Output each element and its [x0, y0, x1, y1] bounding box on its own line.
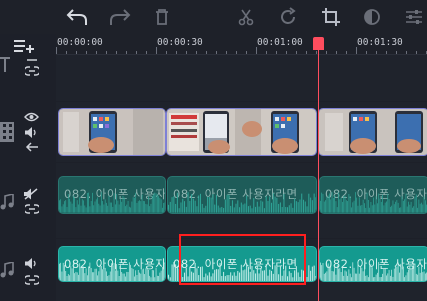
undo-icon[interactable] [64, 4, 90, 30]
adjust-icon[interactable] [401, 4, 427, 30]
volume-icon[interactable] [25, 258, 38, 269]
delete-icon[interactable] [149, 4, 175, 30]
arrow-left-icon[interactable] [25, 142, 38, 152]
ruler-tick [346, 51, 347, 54]
ruler-tick [276, 51, 277, 54]
ruler-tick [126, 51, 127, 54]
redo-icon[interactable] [107, 4, 133, 30]
audio-clip[interactable]: 082. 아이폰 사용자라면 [58, 246, 166, 282]
ruler-label: 00:00:00 [57, 37, 103, 48]
ruler-tick [96, 51, 97, 54]
ruler-tick [76, 51, 77, 54]
ruler-tick [116, 51, 117, 54]
ruler-tick [306, 51, 307, 54]
ruler-tick [66, 51, 67, 54]
music-icon [0, 262, 14, 278]
waveform [59, 261, 165, 281]
add-track-icon[interactable] [13, 37, 35, 55]
audio-clip[interactable]: 082. 아이폰 사용자라면 [319, 246, 427, 282]
ruler-tick [286, 51, 287, 54]
crop-icon[interactable] [318, 4, 344, 30]
video-clip[interactable] [166, 108, 317, 156]
waveform [320, 261, 427, 281]
audio-clip[interactable]: 082. 아이폰 사용자라면 [319, 176, 427, 214]
video-clip[interactable] [58, 108, 166, 156]
timeline-ruler[interactable]: 00:00:00 00:00:30 00:01:00 00:01:30 [56, 34, 427, 55]
ruler-label: 00:01:30 [357, 37, 403, 48]
eye-icon[interactable] [24, 112, 39, 122]
ruler-tick [356, 47, 357, 54]
ruler-tick [56, 47, 57, 54]
ruler-tick [196, 51, 197, 54]
mute-icon[interactable] [24, 188, 38, 200]
ruler-tick [336, 51, 337, 54]
ruler-tick [416, 51, 417, 54]
toolbar [0, 0, 427, 34]
lock-line-icon [25, 56, 39, 64]
ruler-tick [176, 51, 177, 54]
cut-icon[interactable] [233, 4, 259, 30]
ruler-label: 00:01:00 [257, 37, 303, 48]
music-icon [0, 194, 14, 210]
ruler-tick [366, 51, 367, 54]
ruler-tick [266, 51, 267, 54]
rotate-icon[interactable] [275, 4, 301, 30]
ruler-label: 00:00:30 [157, 37, 203, 48]
ruler-tick [156, 47, 157, 54]
highlight-box [179, 234, 306, 285]
playhead[interactable] [318, 48, 319, 301]
ruler-tick [136, 51, 137, 54]
ruler-tick [86, 51, 87, 54]
ruler-tick [236, 51, 237, 54]
audio-clip[interactable]: 082. 아이폰 사용자라면 [167, 176, 317, 214]
audio-clip[interactable]: 082. 아이폰 사용자라면 [58, 176, 166, 214]
volume-icon[interactable] [25, 127, 38, 138]
ruler-tick [296, 51, 297, 54]
waveform [168, 192, 316, 213]
color-icon[interactable] [359, 4, 385, 30]
link-icon[interactable] [25, 204, 39, 214]
ruler-tick [226, 51, 227, 54]
ruler-tick [316, 51, 317, 54]
ruler-tick [106, 51, 107, 54]
ruler-tick [146, 51, 147, 54]
ruler-tick [246, 51, 247, 54]
film-icon [0, 122, 14, 142]
ruler-tick [386, 51, 387, 54]
text-icon [0, 56, 10, 72]
link-icon[interactable] [25, 66, 39, 76]
ruler-tick [376, 51, 377, 54]
waveform [59, 192, 165, 213]
ruler-tick [256, 47, 257, 54]
ruler-tick [186, 51, 187, 54]
video-clip[interactable] [318, 108, 427, 156]
ruler-tick [406, 51, 407, 54]
ruler-tick [396, 51, 397, 54]
title-track[interactable] [56, 55, 427, 101]
ruler-tick [206, 51, 207, 54]
waveform [320, 192, 427, 213]
ruler-tick [326, 51, 327, 54]
link-icon[interactable] [25, 275, 39, 285]
ruler-tick [166, 51, 167, 54]
ruler-tick [216, 51, 217, 54]
